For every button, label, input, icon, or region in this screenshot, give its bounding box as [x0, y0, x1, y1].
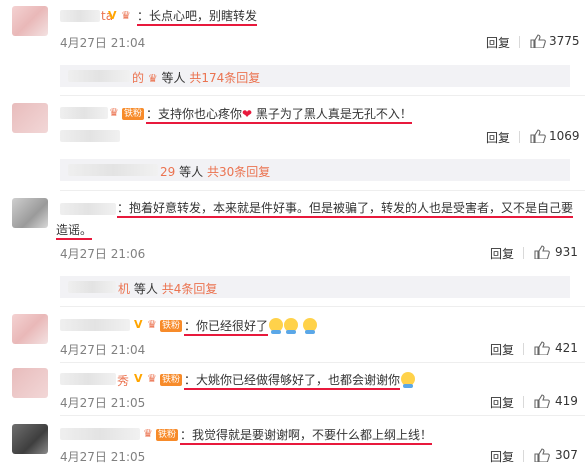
hug-emoji-icon: [401, 372, 416, 388]
avatar[interactable]: [12, 424, 48, 454]
like-count: 3775: [549, 34, 580, 48]
reply-button[interactable]: 回复: [490, 245, 514, 262]
subreply-names-blurred: [68, 281, 116, 293]
member-icon: ♛: [143, 427, 153, 440]
thumbs-up-icon[interactable]: [534, 341, 550, 355]
username-blurred[interactable]: [60, 107, 108, 119]
divider: [60, 190, 585, 191]
fan-badge: 铁粉: [160, 320, 183, 332]
username-blurred[interactable]: [60, 10, 100, 22]
subreply-name-suffix[interactable]: 的: [132, 71, 144, 85]
thumbs-up-icon[interactable]: [530, 129, 546, 143]
comment-text: ：大姚你已经做得够好了，也都会谢谢你: [184, 371, 416, 390]
comment-text-highlight: ：长点心吧，别瞎转发: [137, 9, 258, 26]
member-icon: ♛: [121, 9, 131, 22]
reply-button[interactable]: 回复: [486, 129, 510, 146]
subreply-name-suffix[interactable]: 29: [160, 165, 175, 179]
separator: [523, 450, 524, 462]
divider: [60, 306, 585, 307]
comment-text-highlight: ：你已经很好了: [184, 319, 269, 336]
divider: [60, 362, 585, 363]
username-suffix[interactable]: 秀: [117, 372, 129, 389]
subreply-names-blurred: [68, 70, 130, 82]
comment-text-highlight: ：大姚你已经做得够好了，也都会谢谢你: [184, 373, 401, 390]
divider: [60, 95, 585, 96]
comment-time: 4月27日 21:04: [60, 36, 146, 50]
like-count: 421: [555, 341, 578, 355]
separator: [523, 247, 524, 259]
avatar[interactable]: [12, 368, 48, 398]
like-count: 1069: [549, 129, 580, 143]
avatar[interactable]: [12, 314, 48, 344]
comment-text: ：我觉得就是要谢谢啊，不要什么都上纲上线！: [180, 426, 433, 445]
hug-emoji-icon: [269, 318, 284, 334]
username-blurred[interactable]: [60, 428, 140, 440]
subreply-text: 等人: [133, 282, 158, 296]
comment-text-line2: 造谣。: [56, 221, 93, 240]
comment-text: ：长点心吧，别瞎转发: [137, 7, 258, 26]
member-icon: ♛: [147, 372, 157, 385]
crown-icon: V: [134, 372, 143, 385]
comment-text: ：你已经很好了: [184, 317, 317, 336]
like-count: 419: [555, 394, 578, 408]
reply-button[interactable]: 回复: [490, 394, 514, 411]
crown-icon: V: [108, 9, 117, 22]
comment-text: ：支持你也心疼你❤ 黑子为了黑人真是无孔不入！: [146, 105, 412, 124]
subreply-names-blurred: [68, 164, 158, 176]
avatar[interactable]: [12, 198, 48, 228]
username-blurred[interactable]: [60, 203, 116, 215]
comment-text-highlight: ：支持你也心疼你❤ 黑子为了黑人真是无孔不入！: [146, 107, 412, 124]
heart-icon: ❤: [242, 107, 253, 121]
subreply-count-link[interactable]: 共174条回复: [189, 71, 260, 85]
thumbs-up-icon[interactable]: [534, 245, 550, 259]
member-icon: ♛: [147, 72, 158, 85]
comment-time: 4月27日 21:04: [60, 343, 146, 357]
thumbs-up-icon[interactable]: [534, 394, 550, 408]
subreplies-bar[interactable]: 机 等人 共4条回复: [60, 276, 570, 298]
separator: [519, 36, 520, 48]
reply-button[interactable]: 回复: [490, 448, 514, 465]
subreply-text: 等人: [179, 165, 204, 179]
comment-time: 4月27日 21:05: [60, 450, 146, 464]
hug-emoji-icon: [302, 318, 317, 334]
thumbs-up-icon[interactable]: [530, 34, 546, 48]
subreplies-bar[interactable]: 29 等人 共30条回复: [60, 159, 570, 181]
divider: [60, 415, 585, 416]
subreply-count-link[interactable]: 共4条回复: [162, 282, 218, 296]
avatar[interactable]: [12, 103, 48, 133]
avatar[interactable]: [12, 6, 48, 36]
time-blurred: [60, 130, 120, 142]
member-icon: ♛: [147, 318, 157, 331]
separator: [523, 343, 524, 355]
crown-icon: V: [134, 318, 143, 331]
reply-button[interactable]: 回复: [490, 341, 514, 358]
subreply-name-suffix[interactable]: 机: [118, 282, 130, 296]
like-count: 307: [555, 448, 578, 462]
hug-emoji-icon: [284, 318, 299, 334]
comment-time: 4月27日 21:05: [60, 396, 146, 410]
separator: [519, 131, 520, 143]
separator: [523, 396, 524, 408]
subreply-text: 等人: [161, 71, 186, 85]
fan-badge: 铁粉: [122, 108, 145, 120]
comment-text-highlight: ：我觉得就是要谢谢啊，不要什么都上纲上线！: [180, 428, 433, 445]
reply-button[interactable]: 回复: [486, 34, 510, 51]
username-blurred[interactable]: [60, 319, 130, 331]
subreply-count-link[interactable]: 共30条回复: [207, 165, 270, 179]
username-blurred[interactable]: [60, 373, 116, 385]
like-count: 931: [555, 245, 578, 259]
comment-text-line1: ：抱着好意转发，本来就是件好事。但是被骗了，转发的人也是受害者，又不是自己要: [117, 199, 574, 218]
fan-badge: 铁粉: [156, 429, 179, 441]
member-icon: ♛: [109, 106, 119, 119]
fan-badge: 铁粉: [160, 374, 183, 386]
thumbs-up-icon[interactable]: [534, 448, 550, 462]
comment-time: 4月27日 21:06: [60, 247, 146, 261]
subreplies-bar[interactable]: 的 ♛ 等人 共174条回复: [60, 65, 570, 87]
